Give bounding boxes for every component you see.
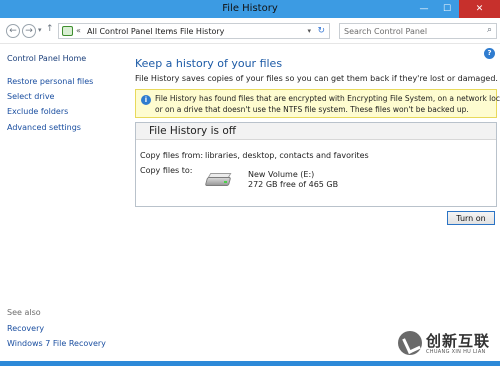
control-panel-icon	[62, 26, 73, 36]
up-arrow-icon[interactable]: ↑	[46, 24, 54, 34]
page-title: Keep a history of your files	[135, 57, 283, 70]
see-also-label: See also	[7, 308, 41, 317]
watermark-text-cn: 创新互联	[426, 332, 491, 350]
bottom-accent-bar	[0, 361, 500, 366]
address-field[interactable]: « All Control Panel Items › File History…	[58, 23, 330, 39]
sidebar-item-control-panel-home[interactable]: Control Panel Home	[7, 54, 86, 63]
sidebar-item-windows-7-file-recovery[interactable]: Windows 7 File Recovery	[7, 339, 106, 348]
search-input[interactable]	[344, 26, 476, 37]
address-bar-row: ← → ▾ ↑ « All Control Panel Items › File…	[0, 18, 500, 44]
drive-free-space: 272 GB free of 465 GB	[248, 180, 339, 189]
forward-button[interactable]: →	[22, 24, 36, 38]
breadcrumb-separator-icon[interactable]: ›	[169, 27, 172, 35]
copy-from-label: Copy files from:	[140, 151, 204, 160]
page-description: File History saves copies of your files …	[135, 74, 498, 83]
back-button[interactable]: ←	[6, 24, 20, 38]
copy-to-label: Copy files to:	[140, 166, 193, 175]
recent-locations-icon[interactable]: ▾	[38, 26, 42, 34]
refresh-icon[interactable]: ↻	[317, 26, 325, 36]
watermark-logo-icon	[398, 331, 422, 355]
close-button[interactable]: ✕	[459, 0, 500, 18]
warning-notice: i File History has found files that are …	[135, 89, 500, 118]
maximize-button[interactable]: ☐	[436, 0, 458, 18]
minimize-button[interactable]: —	[413, 0, 435, 18]
drive-icon	[204, 173, 232, 187]
turn-on-button[interactable]: Turn on	[447, 211, 495, 225]
watermark-text-en: CHUANG XIN HU LIAN	[426, 349, 486, 355]
chevron-left-icon[interactable]: «	[76, 26, 81, 35]
sidebar-item-restore-personal-files[interactable]: Restore personal files	[7, 77, 93, 86]
notice-text-line-1: File History has found files that are en…	[155, 94, 500, 103]
status-panel-header: File History is off	[136, 123, 496, 140]
watermark-logo: 创新互联 CHUANG XIN HU LIAN	[398, 330, 498, 360]
help-icon[interactable]: ?	[484, 48, 495, 59]
status-panel: File History is off Copy files from: lib…	[135, 122, 497, 207]
copy-from-value: libraries, desktop, contacts and favorit…	[205, 151, 369, 160]
search-icon[interactable]: ⌕	[487, 25, 492, 35]
sidebar-item-select-drive[interactable]: Select drive	[7, 92, 54, 101]
drive-name: New Volume (E:)	[248, 170, 315, 179]
notice-text-line-2: or on a drive that doesn't use the NTFS …	[155, 105, 469, 114]
search-box[interactable]: ⌕	[339, 23, 497, 39]
breadcrumb-file-history[interactable]: File History	[180, 27, 224, 36]
sidebar-item-recovery[interactable]: Recovery	[7, 324, 44, 333]
title-bar: File History — ☐ ✕	[0, 0, 500, 18]
info-icon: i	[141, 95, 151, 105]
address-dropdown-icon[interactable]: ▾	[307, 27, 311, 35]
status-title: File History is off	[149, 125, 236, 137]
sidebar-item-advanced-settings[interactable]: Advanced settings	[7, 123, 81, 132]
breadcrumb-all-items[interactable]: All Control Panel Items	[87, 27, 177, 36]
sidebar-item-exclude-folders[interactable]: Exclude folders	[7, 107, 68, 116]
